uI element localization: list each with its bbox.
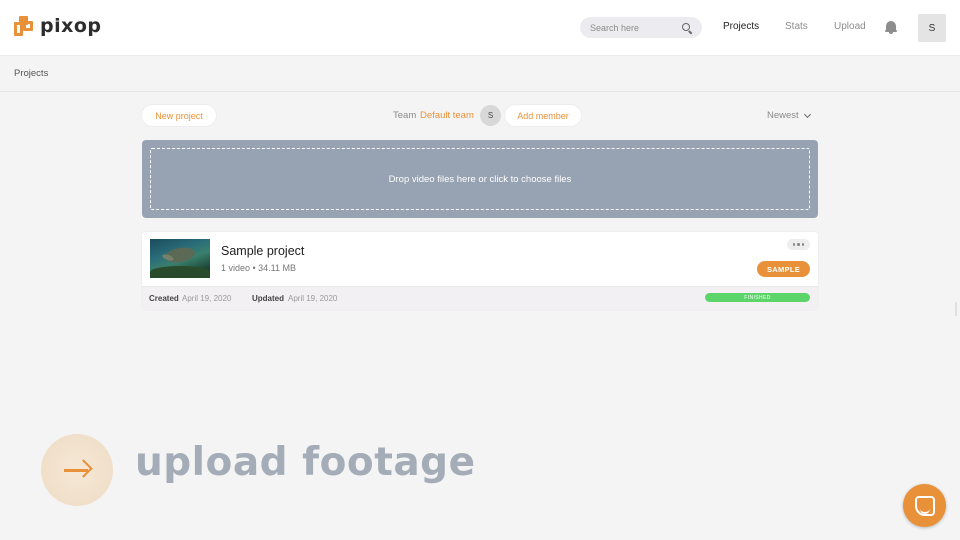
chat-icon	[914, 495, 935, 516]
arrow-right-icon	[62, 459, 93, 480]
logo-text: pixop	[40, 15, 102, 37]
project-card-footer: Created April 19, 2020 Updated April 19,…	[142, 286, 818, 310]
search-icon[interactable]	[682, 22, 692, 33]
dropzone-text: Drop video files here or click to choose…	[388, 173, 572, 185]
chevron-down-icon	[803, 110, 811, 118]
logo[interactable]: pixop	[14, 15, 102, 37]
more-dots-icon	[792, 243, 796, 246]
sort-dropdown[interactable]: Newest	[767, 110, 811, 121]
search-box[interactable]	[580, 17, 702, 38]
chat-button[interactable]	[903, 484, 946, 527]
project-thumbnail[interactable]	[150, 239, 210, 278]
dropzone-border: Drop video files here or click to choose…	[150, 148, 810, 210]
arrow-circle	[41, 434, 113, 506]
team-name-link[interactable]: Default team	[420, 110, 474, 121]
breadcrumb-item-projects: Projects	[14, 68, 49, 79]
project-meta: 1 video • 34.11 MB	[221, 263, 297, 273]
search-input[interactable]	[590, 22, 678, 33]
user-avatar[interactable]: S	[918, 14, 946, 42]
overlay-caption: upload footage	[135, 440, 476, 485]
project-card[interactable]: Sample project 1 video • 34.11 MB SAMPLE…	[142, 232, 818, 310]
team-label: Team	[393, 110, 417, 121]
breadcrumb: Projects	[0, 57, 960, 92]
nav-stats[interactable]: Stats	[785, 21, 808, 32]
updated-date: April 19, 2020	[288, 294, 338, 303]
created-date: April 19, 2020	[182, 294, 232, 303]
status-badge: FINISHED	[705, 293, 810, 302]
top-bar: pixop Projects Stats Upload S	[0, 0, 960, 56]
bell-icon[interactable]	[885, 21, 897, 34]
pixop-logo-icon	[14, 16, 34, 36]
nav-projects[interactable]: Projects	[723, 21, 759, 32]
more-options-button[interactable]	[787, 239, 810, 250]
created-label: Created	[149, 294, 179, 303]
nav-upload[interactable]: Upload	[834, 21, 866, 32]
video-dropzone[interactable]: Drop video files here or click to choose…	[142, 140, 818, 218]
scrollbar[interactable]	[955, 302, 957, 316]
updated-label: Updated	[252, 294, 284, 303]
add-member-button[interactable]: Add member	[505, 105, 581, 126]
sort-label: Newest	[767, 110, 799, 121]
sample-badge: SAMPLE	[757, 261, 810, 277]
team-member-avatar[interactable]: S	[480, 105, 501, 126]
project-title[interactable]: Sample project	[221, 244, 304, 258]
new-project-button[interactable]: New project	[142, 105, 216, 126]
